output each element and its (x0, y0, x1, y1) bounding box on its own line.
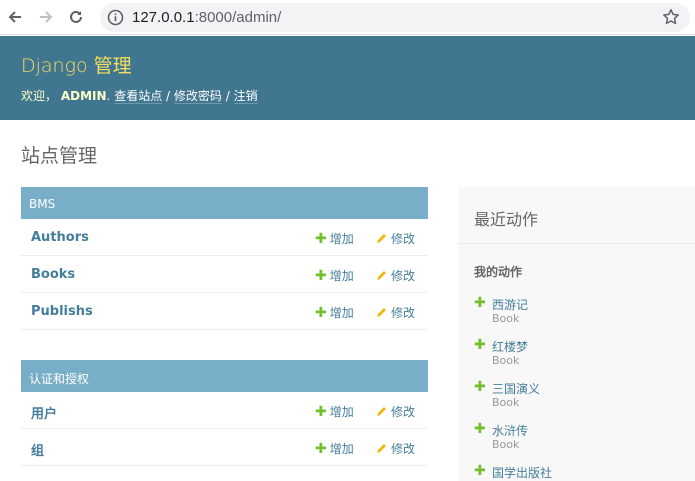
change-link[interactable]: 修改 (376, 440, 415, 457)
add-link[interactable]: ✚ 增加 (315, 440, 354, 457)
username-period: . (106, 89, 111, 103)
pencil-icon (377, 234, 386, 243)
add-link[interactable]: ✚ 增加 (315, 403, 354, 420)
browser-toolbar: 127.0.0.1:8000/admin/ (0, 0, 695, 35)
model-row: Authors ✚ 增加 修改 (21, 219, 428, 256)
info-icon[interactable] (107, 9, 124, 26)
forward-arrow-icon (40, 11, 53, 23)
url-text: 127.0.0.1:8000/admin/ (132, 9, 281, 26)
change-label: 修改 (391, 269, 416, 283)
pencil-icon (377, 271, 386, 280)
model-link[interactable]: 组 (31, 440, 44, 459)
addition-icon: ✚ (474, 421, 486, 437)
plus-icon: ✚ (315, 268, 327, 284)
add-label: 增加 (329, 306, 354, 320)
action-link[interactable]: 国学出版社 (492, 464, 552, 481)
add-link[interactable]: ✚ 增加 (315, 304, 354, 321)
back-button[interactable] (4, 6, 26, 28)
add-link[interactable]: ✚ 增加 (315, 230, 354, 247)
back-arrow-icon (8, 11, 21, 23)
model-link[interactable]: Authors (31, 230, 89, 245)
model-link[interactable]: Books (31, 267, 75, 282)
separator: / (225, 89, 230, 103)
module-caption[interactable]: BMS (21, 187, 428, 219)
my-actions-heading: 我的动作 (474, 265, 523, 279)
action-type: Book (492, 396, 520, 409)
addition-icon: ✚ (474, 463, 486, 479)
url-path: :8000/admin/ (194, 9, 282, 26)
model-row: Books ✚ 增加 修改 (21, 256, 428, 293)
reload-icon (70, 10, 82, 23)
change-label: 修改 (391, 232, 416, 246)
site-branding[interactable]: Django 管理 (21, 51, 132, 78)
plus-icon: ✚ (315, 305, 327, 321)
url-host: 127.0.0.1 (132, 9, 195, 26)
add-label: 增加 (329, 442, 354, 456)
add-label: 增加 (329, 269, 354, 283)
model-link[interactable]: 用户 (31, 403, 57, 422)
address-bar[interactable]: 127.0.0.1:8000/admin/ (100, 3, 690, 32)
action-link[interactable]: 三国演义 (492, 380, 540, 397)
change-link[interactable]: 修改 (376, 230, 415, 247)
welcome-text: 欢迎， (21, 89, 58, 103)
page-title: 站点管理 (21, 145, 98, 167)
separator: / (166, 89, 171, 103)
app-module-auth: 认证和授权 用户 ✚ 增加 修改 组 ✚ 增加 修改 (21, 360, 428, 466)
app-module-bms: BMS Authors ✚ 增加 修改 Books ✚ 增加 修改 Publishs… (21, 187, 428, 330)
pencil-icon (377, 407, 386, 416)
user-tools: 欢迎， ADMIN. 查看站点 / 修改密码 / 注销 (21, 87, 258, 104)
action-link[interactable]: 红楼梦 (492, 338, 528, 355)
plus-icon: ✚ (315, 404, 327, 420)
divider (458, 243, 695, 244)
reload-button[interactable] (65, 6, 87, 28)
module-caption[interactable]: 认证和授权 (21, 360, 428, 392)
model-row: 组 ✚ 增加 修改 (21, 429, 428, 466)
action-link[interactable]: 西游记 (492, 296, 528, 313)
model-row: Publishs ✚ 增加 修改 (21, 293, 428, 330)
recent-actions-title: 最近动作 (474, 210, 539, 229)
bookmark-star-icon[interactable] (662, 8, 680, 26)
add-label: 增加 (329, 232, 354, 246)
forward-button[interactable] (35, 6, 57, 28)
change-label: 修改 (391, 306, 416, 320)
addition-icon: ✚ (474, 295, 486, 311)
admin-header: Django 管理 欢迎， ADMIN. 查看站点 / 修改密码 / 注销 (0, 36, 695, 120)
add-label: 增加 (329, 405, 354, 419)
username: ADMIN (60, 89, 107, 103)
add-link[interactable]: ✚ 增加 (315, 267, 354, 284)
model-link[interactable]: Publishs (31, 304, 93, 319)
model-row: 用户 ✚ 增加 修改 (21, 392, 428, 429)
addition-icon: ✚ (474, 379, 486, 395)
action-type: Book (492, 312, 520, 325)
change-label: 修改 (391, 405, 416, 419)
view-site-link[interactable]: 查看站点 (114, 89, 163, 104)
action-link[interactable]: 水浒传 (492, 422, 528, 439)
addition-icon: ✚ (474, 337, 486, 353)
change-label: 修改 (391, 442, 416, 456)
change-link[interactable]: 修改 (376, 403, 415, 420)
change-link[interactable]: 修改 (376, 304, 415, 321)
pencil-icon (377, 308, 386, 317)
recent-actions-panel: 最近动作 我的动作 ✚ 西游记 Book ✚ 红楼梦 Book ✚ 三国演义 B… (458, 187, 695, 481)
logout-link[interactable]: 注销 (233, 89, 258, 104)
action-type: Book (492, 438, 520, 451)
plus-icon: ✚ (315, 231, 327, 247)
change-password-link[interactable]: 修改密码 (173, 89, 222, 104)
action-type: Book (492, 354, 520, 367)
pencil-icon (377, 444, 386, 453)
plus-icon: ✚ (315, 441, 327, 457)
change-link[interactable]: 修改 (376, 267, 415, 284)
